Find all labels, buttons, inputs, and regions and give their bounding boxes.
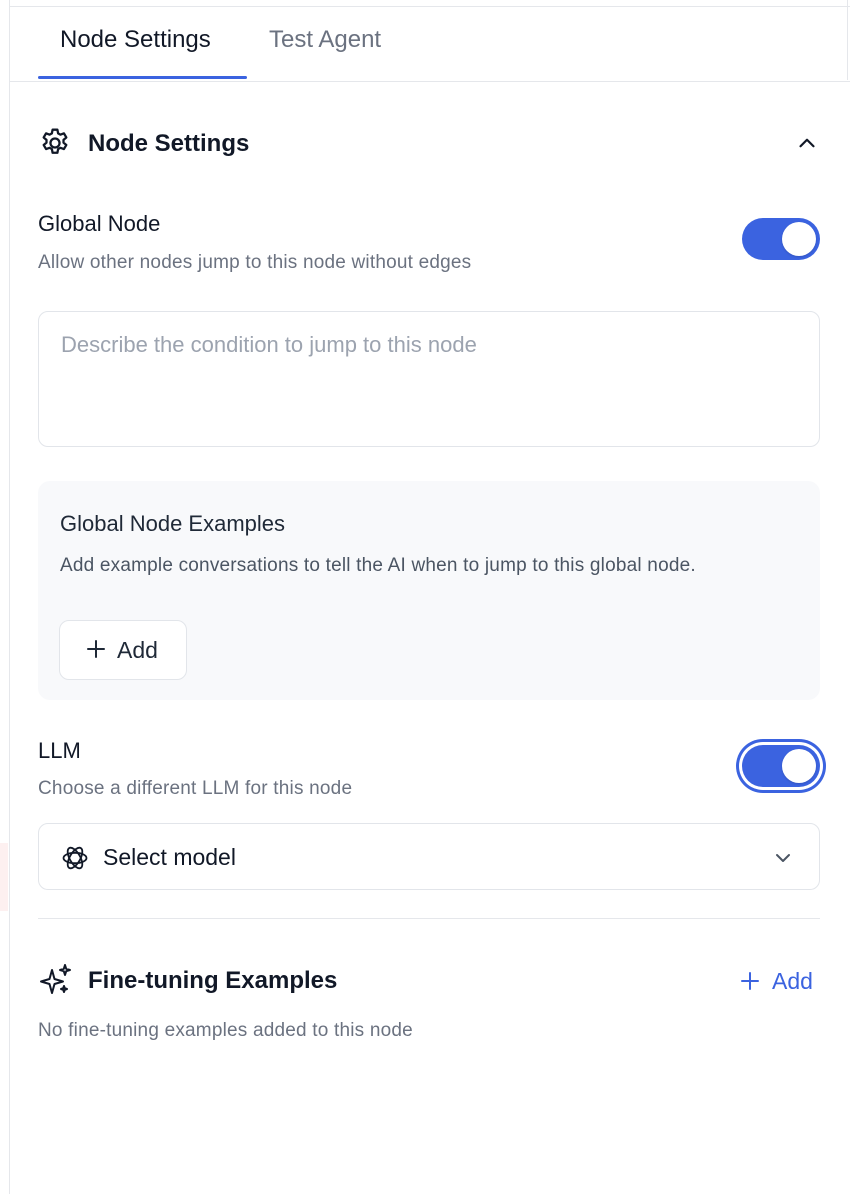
model-select[interactable]: Select model (38, 823, 820, 890)
fine-tuning-empty-state: No fine-tuning examples added to this no… (38, 1020, 413, 1041)
add-example-button[interactable]: Add (59, 620, 187, 680)
jump-condition-textarea[interactable] (38, 311, 820, 447)
gear-icon (42, 128, 68, 154)
left-edge-highlight (0, 843, 8, 911)
toggle-knob (782, 222, 816, 256)
fine-tuning-title: Fine-tuning Examples (88, 967, 338, 994)
section-title: Node Settings (88, 130, 250, 157)
llm-label: LLM (38, 738, 81, 763)
plus-icon (741, 972, 759, 990)
tab-test-agent[interactable]: Test Agent (269, 26, 381, 54)
global-node-description: Allow other nodes jump to this node with… (38, 252, 472, 273)
global-node-label: Global Node (38, 211, 161, 236)
global-node-toggle[interactable] (742, 218, 820, 260)
active-tab-indicator (38, 76, 247, 79)
llm-toggle[interactable] (742, 745, 820, 787)
chevron-down-icon (776, 854, 790, 862)
examples-description: Add example conversations to tell the AI… (60, 555, 696, 576)
openai-icon (62, 846, 88, 870)
window-top-border (10, 0, 850, 7)
add-example-label: Add (117, 637, 158, 663)
model-select-value: Select model (103, 844, 236, 870)
tab-node-settings[interactable]: Node Settings (60, 26, 211, 54)
add-fine-tuning-button[interactable]: Add (740, 966, 820, 996)
global-node-examples-panel: Global Node Examples Add example convers… (38, 481, 820, 700)
tab-bar: Node Settings Test Agent (10, 8, 850, 82)
node-settings-header: Node Settings (38, 126, 820, 162)
examples-title: Global Node Examples (60, 511, 286, 536)
sparkle-icon (40, 964, 71, 994)
plus-icon (87, 640, 105, 658)
panel-left-border (9, 0, 10, 1194)
add-fine-tuning-label: Add (772, 968, 813, 994)
llm-description: Choose a different LLM for this node (38, 778, 353, 799)
chevron-up-icon[interactable] (794, 130, 820, 156)
fine-tuning-header: Fine-tuning Examples Add (38, 962, 820, 998)
section-divider (38, 918, 820, 919)
toggle-knob (782, 749, 816, 783)
